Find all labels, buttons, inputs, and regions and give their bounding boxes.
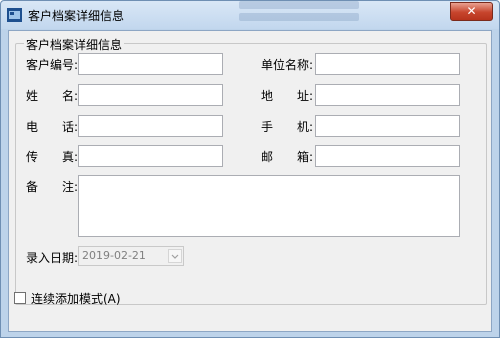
dialog-client-area: 客户档案详细信息 客户编号: 单位名称: 姓 名: 地 址: 电 话: 手 机:… [8, 30, 492, 332]
title-bar[interactable]: 客户档案详细信息 ✕ [1, 1, 499, 29]
mobile-label: 手 机: [261, 120, 314, 134]
phone-input[interactable] [78, 115, 223, 137]
customer-no-label: 客户编号: [26, 58, 79, 72]
company-input[interactable] [315, 53, 460, 75]
email-label: 邮 箱: [261, 150, 314, 164]
phone-label: 电 话: [26, 120, 79, 134]
email-input[interactable] [315, 145, 460, 167]
group-title: 客户档案详细信息 [24, 36, 125, 53]
entry-date-picker: 2019-02-21 [78, 246, 184, 266]
company-label: 单位名称: [261, 58, 314, 72]
dialog-window: 客户档案详细信息 ✕ 客户档案详细信息 客户编号: 单位名称: 姓 名: 地 址… [0, 0, 500, 338]
fax-label: 传 真: [26, 150, 79, 164]
customer-info-group: 客户档案详细信息 客户编号: 单位名称: 姓 名: 地 址: 电 话: 手 机:… [15, 36, 487, 305]
window-title: 客户档案详细信息 [28, 9, 125, 23]
close-button[interactable]: ✕ [450, 2, 493, 21]
address-input[interactable] [315, 84, 460, 106]
app-icon [7, 8, 22, 22]
continuous-add-checkbox[interactable] [14, 292, 26, 304]
continuous-add-label[interactable]: 连续添加模式(A) [31, 290, 121, 307]
date-dropdown-button [168, 249, 182, 263]
mobile-input[interactable] [315, 115, 460, 137]
fax-input[interactable] [78, 145, 223, 167]
entry-date-label: 录入日期: [26, 251, 79, 265]
remark-label: 备 注: [26, 180, 79, 194]
customer-no-input[interactable] [78, 53, 223, 75]
remark-textarea[interactable] [78, 175, 460, 237]
name-input[interactable] [78, 84, 223, 106]
background-window-ghost [239, 0, 359, 27]
name-label: 姓 名: [26, 89, 79, 103]
chevron-down-icon [171, 254, 179, 259]
entry-date-value: 2019-02-21 [82, 249, 146, 262]
address-label: 地 址: [261, 89, 314, 103]
